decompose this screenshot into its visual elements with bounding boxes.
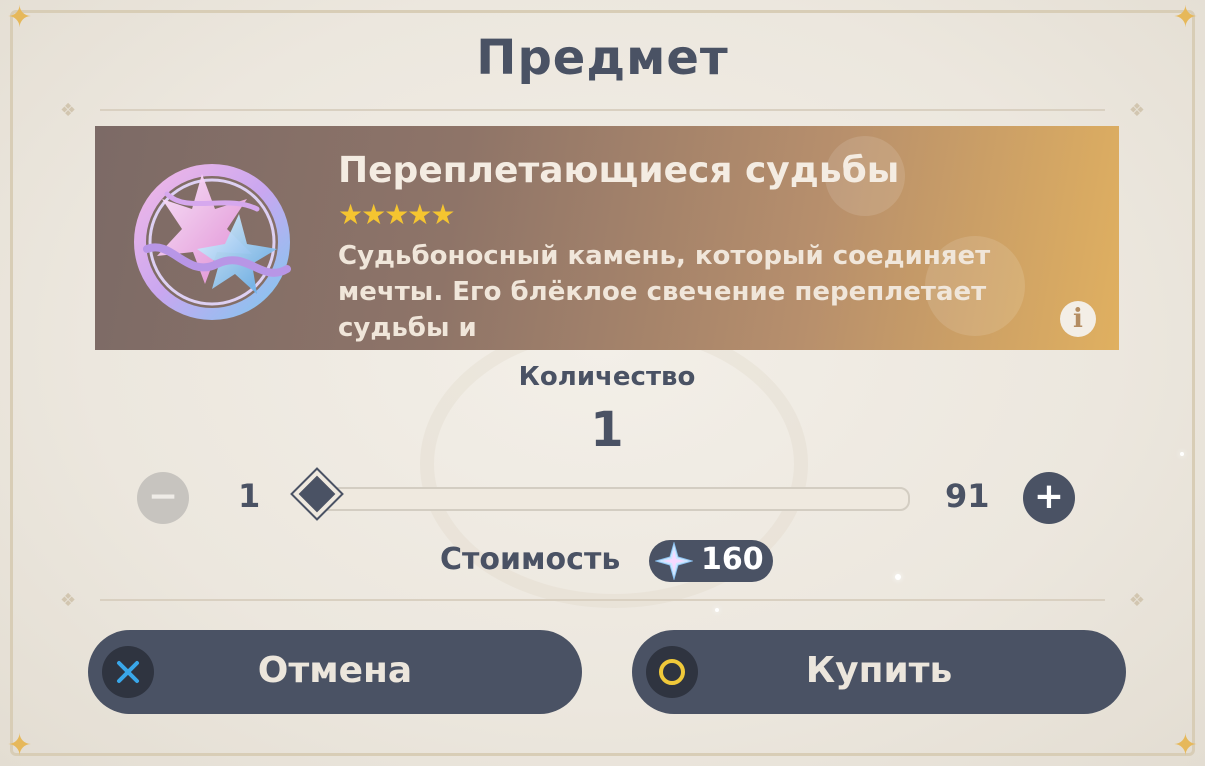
rarity-stars: ★★★★★ (338, 198, 456, 231)
sparkle-decoration (895, 574, 901, 580)
sparkle-decoration (1180, 452, 1184, 456)
cancel-button-label: Отмена (257, 650, 413, 691)
corner-star-icon: ✦ (7, 728, 33, 763)
corner-star-icon: ✦ (7, 0, 33, 35)
divider-ornament-icon: ❖ (1128, 590, 1145, 611)
divider-ornament-icon: ❖ (1128, 100, 1145, 121)
increase-quantity-button[interactable]: + (1023, 472, 1075, 524)
bottom-divider: ❖ ❖ (60, 590, 1145, 611)
divider-ornament-icon: ❖ (60, 590, 77, 611)
item-name: Переплетающиеся судьбы (338, 150, 900, 191)
cost-value: 160 (701, 542, 764, 577)
corner-star-icon: ✦ (1172, 728, 1198, 763)
quantity-max: 91 (945, 477, 990, 515)
corner-star-icon: ✦ (1172, 0, 1198, 35)
divider-ornament-icon: ❖ (60, 100, 77, 121)
top-divider: ❖ ❖ (60, 100, 1145, 121)
dialog-title: Предмет (476, 30, 729, 86)
quantity-label: Количество (518, 362, 696, 392)
intertwined-fate-icon (134, 164, 291, 320)
item-card: Переплетающиеся судьбы ★★★★★ Судьбоносны… (95, 126, 1119, 350)
item-description: Судьбоносный камень, который соединяет м… (338, 241, 991, 343)
quantity-value: 1 (590, 402, 624, 458)
cancel-button[interactable]: Отмена (88, 630, 582, 714)
cost-label: Стоимость (440, 542, 621, 577)
buy-button[interactable]: Купить (632, 630, 1126, 714)
quantity-min: 1 (238, 477, 261, 515)
info-icon[interactable]: i (1060, 301, 1096, 337)
sparkle-decoration (715, 608, 719, 612)
quantity-slider[interactable] (303, 487, 910, 511)
purchase-dialog: ✦ ✦ ✦ ✦ Предмет ❖ ❖ Переплетающиеся судь… (0, 0, 1205, 766)
decrease-quantity-button[interactable]: − (137, 472, 189, 524)
cost-badge: 160 (649, 540, 773, 582)
primogem-icon (655, 542, 693, 580)
buy-button-label: Купить (805, 650, 953, 691)
